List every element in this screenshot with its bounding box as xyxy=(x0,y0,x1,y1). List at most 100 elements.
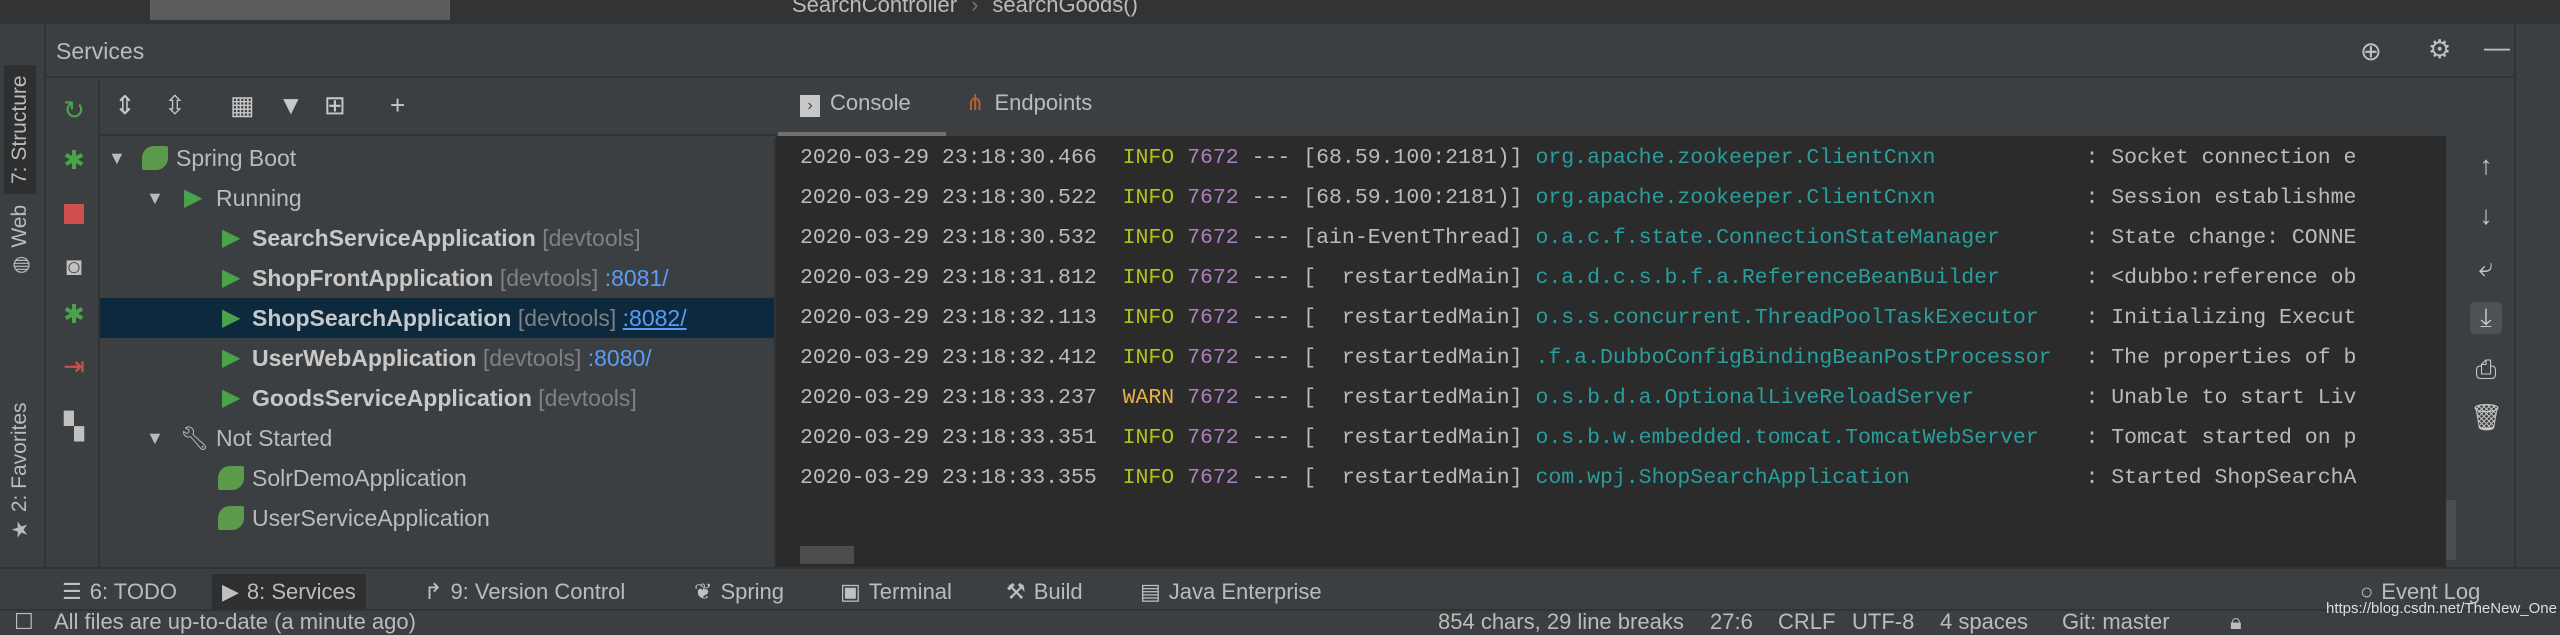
log-ts: 2020-03-29 23:18:32.412 xyxy=(800,346,1097,370)
tree-node-app[interactable]: ▶ UserWebApplication [devtools] :8080/ xyxy=(100,338,774,378)
log-thread: [ restartedMain] xyxy=(1303,386,1523,410)
exit-icon[interactable]: ⇥ xyxy=(58,350,90,382)
watermark: https://blog.csdn.net/TheNew_One xyxy=(2326,600,2557,617)
log-sep: --- xyxy=(1251,186,1291,210)
gear-icon[interactable]: ⚙ xyxy=(2428,34,2451,65)
log-pid: 7672 xyxy=(1187,186,1239,210)
log-msg: : Tomcat started on p xyxy=(2085,426,2357,450)
tree-toolbar: ⇕ ⇳ ▦ ▼ ⊞ + xyxy=(100,80,776,136)
tab-version-control[interactable]: ↱ 9: Version Control xyxy=(414,574,635,610)
log-pid: 7672 xyxy=(1187,466,1239,490)
tab-web[interactable]: ◍ Web xyxy=(4,195,37,284)
log-msg: : Session establishme xyxy=(2085,186,2357,210)
soft-wrap-icon[interactable]: ⤶ xyxy=(2470,252,2502,284)
breadcrumb-item[interactable]: searchGoods() xyxy=(992,0,1138,17)
tab-terminal[interactable]: ▣ Terminal xyxy=(830,574,962,610)
log-logger: c.a.d.c.s.b.f.a.ReferenceBeanBuilder xyxy=(1535,266,2000,290)
log-sep: --- xyxy=(1251,346,1291,370)
log-sep: --- xyxy=(1251,386,1291,410)
breadcrumb-item[interactable]: SearchController xyxy=(792,0,957,17)
run-icon: ▶ xyxy=(222,384,241,411)
tree-node-app[interactable]: UserServiceApplication xyxy=(100,498,774,538)
horizontal-scrollbar[interactable] xyxy=(800,546,854,564)
tab-spring[interactable]: ❦ Spring xyxy=(684,574,794,610)
log-logger: org.apache.zookeeper.ClientCnxn xyxy=(1535,186,1936,210)
add-service-icon[interactable]: + xyxy=(390,90,405,121)
tree-node-app[interactable]: SolrDemoApplication xyxy=(100,458,774,498)
log-ts: 2020-03-29 23:18:32.113 xyxy=(800,306,1097,330)
tab-java-enterprise[interactable]: ▤ Java Enterprise xyxy=(1130,574,1332,610)
spring-leaf-icon: ❦ xyxy=(694,579,713,604)
log-logger: com.wpj.ShopSearchApplication xyxy=(1535,466,1910,490)
vertical-scrollbar[interactable] xyxy=(2446,500,2456,560)
log-level: INFO xyxy=(1122,346,1175,370)
tool-window-bar: ☰ 6: TODO ▶ 8: Services ↱ 9: Version Contro… xyxy=(0,567,2560,610)
tab-console[interactable]: › Console xyxy=(800,90,911,117)
port-link[interactable]: :8080/ xyxy=(588,345,652,371)
editor-strip: SearchController › searchGoods() xyxy=(0,0,2560,24)
tree-node-running[interactable]: ▼ ▶ Running xyxy=(100,178,774,218)
chevron-down-icon[interactable]: ▼ xyxy=(108,138,126,178)
chevron-right-icon: › xyxy=(971,0,979,17)
services-header xyxy=(46,26,2514,78)
locate-icon[interactable]: ⊕ xyxy=(2360,36,2382,67)
git-branch[interactable]: Git: master xyxy=(2062,609,2170,635)
status-toggle-icon[interactable]: ☐ xyxy=(14,609,34,635)
scroll-to-end-icon[interactable]: ⤓ xyxy=(2470,302,2502,334)
line-separator[interactable]: CRLF xyxy=(1778,609,1835,635)
run-icon: ▶ xyxy=(222,304,241,331)
new-tab-icon[interactable]: ⊞ xyxy=(324,90,346,121)
port-link[interactable]: :8081/ xyxy=(605,265,669,291)
arrow-down-icon[interactable]: ↓ xyxy=(2470,200,2502,231)
tree-node-spring-boot[interactable]: ▼ Spring Boot xyxy=(100,138,774,178)
port-link[interactable]: :8082/ xyxy=(623,305,687,331)
log-logger: o.s.s.concurrent.ThreadPoolTaskExecutor xyxy=(1535,306,2039,330)
collapse-all-icon[interactable]: ⇳ xyxy=(164,90,186,121)
log-ts: 2020-03-29 23:18:31.812 xyxy=(800,266,1097,290)
group-by-icon[interactable]: ▦ xyxy=(230,90,255,121)
trash-icon[interactable]: 🗑︎ xyxy=(2470,402,2503,433)
print-icon[interactable]: ⎙ xyxy=(2470,354,2502,386)
tab-endpoints[interactable]: ⋔ Endpoints xyxy=(966,90,1092,116)
tab-build[interactable]: ⚒ Build xyxy=(996,574,1093,610)
encoding[interactable]: UTF-8 xyxy=(1852,609,1914,635)
attach-debugger-icon[interactable]: ✱ xyxy=(58,298,90,330)
tree-node-not-started[interactable]: ▼ 🔧︎ Not Started xyxy=(100,418,774,458)
tab-services[interactable]: ▶ 8: Services xyxy=(212,574,366,610)
layout-icon[interactable]: ▚ xyxy=(58,410,90,442)
tree-node-app-selected[interactable]: ▶ ShopSearchApplication [devtools] :8082… xyxy=(100,298,774,338)
console-output[interactable]: 2020-03-29 23:18:30.466 INFO 7672 --- [6… xyxy=(776,136,2446,567)
log-sep: --- xyxy=(1251,226,1291,250)
star-icon: ★ xyxy=(9,520,32,539)
tab-favorites[interactable]: ★ 2: Favorites xyxy=(4,392,37,549)
expand-all-icon[interactable]: ⇕ xyxy=(114,90,136,121)
caret-position[interactable]: 27:6 xyxy=(1710,609,1753,635)
vcs-icon: ↱ xyxy=(424,579,443,604)
spring-boot-icon xyxy=(142,146,168,170)
debug-icon[interactable]: ✱ xyxy=(58,144,90,176)
log-level: INFO xyxy=(1122,186,1175,210)
log-pid: 7672 xyxy=(1187,346,1239,370)
editor-tab[interactable] xyxy=(150,0,450,20)
log-line: 2020-03-29 23:18:32.412 INFO 7672 --- [ … xyxy=(800,338,2356,378)
rerun-icon[interactable]: ↻ xyxy=(58,94,90,126)
minimize-icon[interactable]: — xyxy=(2484,32,2510,63)
chevron-down-icon[interactable]: ▼ xyxy=(146,178,164,218)
tree-node-app[interactable]: ▶ SearchServiceApplication [devtools] xyxy=(100,218,774,258)
tab-structure[interactable]: 7: Structure xyxy=(4,65,36,194)
console-icon: › xyxy=(800,95,820,117)
lock-icon[interactable]: 🔒︎ xyxy=(2230,609,2242,635)
arrow-up-icon[interactable]: ↑ xyxy=(2470,150,2502,181)
camera-icon[interactable]: ◙ xyxy=(58,250,90,282)
log-line: 2020-03-29 23:18:30.532 INFO 7672 --- [a… xyxy=(800,218,2356,258)
log-level: INFO xyxy=(1122,306,1175,330)
filter-icon[interactable]: ▼ xyxy=(278,90,304,121)
indent[interactable]: 4 spaces xyxy=(1940,609,2028,635)
tree-node-app[interactable]: ▶ GoodsServiceApplication [devtools] xyxy=(100,378,774,418)
stop-icon[interactable] xyxy=(58,198,90,230)
tab-todo[interactable]: ☰ 6: TODO xyxy=(52,574,187,610)
chevron-down-icon[interactable]: ▼ xyxy=(146,418,164,458)
log-msg: : <dubbo:reference ob xyxy=(2085,266,2357,290)
log-pid: 7672 xyxy=(1187,266,1239,290)
tree-node-app[interactable]: ▶ ShopFrontApplication [devtools] :8081/ xyxy=(100,258,774,298)
